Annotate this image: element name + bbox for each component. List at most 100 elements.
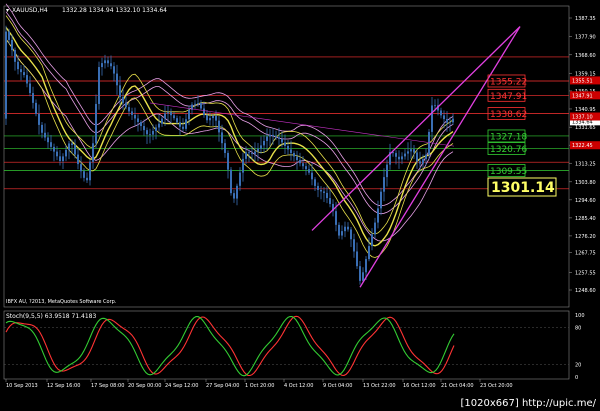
price-bar-body: [449, 122, 451, 124]
price-bar-body: [236, 185, 238, 199]
price-bar-body: [350, 229, 352, 240]
price-bar-body: [74, 145, 76, 155]
price-bar-body: [305, 166, 307, 170]
price-bar-body: [179, 122, 181, 127]
price-bar-body: [86, 177, 88, 181]
ohlc-readout: 1332.28 1334.94 1332.10 1334.64: [62, 7, 167, 14]
price-bar-body: [11, 39, 13, 51]
price-bar-body: [98, 67, 100, 104]
price-bar-body: [452, 118, 454, 123]
price-bar-body: [431, 105, 433, 132]
price-bar-body: [269, 134, 271, 137]
price-bar-body: [149, 134, 151, 136]
watermark: [1020x667] http://upic.me/: [460, 398, 596, 409]
price-bar-body: [416, 152, 418, 162]
stochastic-scale-label: 100: [575, 313, 585, 319]
price-bar-body: [68, 143, 70, 150]
price-bar-body: [41, 124, 43, 133]
price-bar-body: [365, 259, 367, 273]
level-price-tag-label: 1355.51: [572, 78, 593, 84]
price-bar-body: [134, 114, 136, 119]
price-bar-body: [200, 103, 202, 109]
time-axis-label: 13 Oct 22:00: [363, 383, 396, 389]
price-bar-body: [341, 231, 343, 236]
price-bar-body: [434, 105, 436, 107]
price-bar-body: [323, 191, 325, 193]
time-axis-label: 9 Oct 04:00: [323, 383, 352, 389]
price-bar-body: [110, 63, 112, 67]
price-bar-body: [347, 226, 349, 230]
price-bar-body: [206, 115, 208, 121]
stochastic-scale-label: 80: [575, 325, 581, 331]
main-plot-frame: [3, 5, 570, 308]
footer-copyright: IBFX AU, ?2013, MetaQuotes Software Corp…: [6, 299, 117, 305]
price-bar-body: [260, 145, 262, 149]
time-axis-label: 1 Oct 20:00: [245, 383, 274, 389]
price-bar-body: [170, 112, 172, 116]
price-bar-body: [266, 136, 268, 141]
price-bar-body: [380, 191, 382, 209]
price-axis-label: 1368.60: [575, 53, 596, 59]
level-price-tag-label: 1347.91: [572, 93, 593, 99]
price-bar-body: [173, 115, 175, 119]
trading-chart[interactable]: ▾ XAUUSD,H4 1332.28 1334.94 1332.10 1334…: [0, 0, 600, 411]
stochastic-signal-line: [5, 315, 455, 377]
price-bar-body: [419, 161, 421, 164]
price-bar-body: [344, 226, 346, 232]
price-bar-body: [83, 171, 85, 178]
time-axis: 10 Sep 2013 12 Sep 16:00 17 Sep 08:00 20 Se…: [5, 379, 513, 389]
price-bar-body: [155, 127, 157, 132]
price-bar-body: [32, 93, 34, 103]
price-bar-body: [401, 156, 403, 160]
price-bar-body: [311, 172, 313, 180]
price-bar-body: [53, 146, 55, 152]
price-bar-body: [284, 142, 286, 146]
level-value: 1327.18: [490, 132, 527, 142]
price-bar-body: [182, 126, 184, 129]
symbol-label: XAUUSD,H4: [12, 7, 48, 14]
price-bar-body: [104, 60, 106, 64]
price-bar-body: [263, 140, 265, 146]
indicator-plot-frame: [3, 310, 570, 380]
price-axis-label: 1267.75: [575, 250, 596, 256]
price-axis-label: 1387.35: [575, 16, 596, 22]
price-bar-body: [254, 151, 256, 154]
price-bar-body: [320, 189, 322, 192]
price-bar-body: [224, 143, 226, 153]
price-bar-body: [35, 102, 37, 114]
price-axis-label: 1285.40: [575, 216, 596, 222]
price-axis-label: 1359.15: [575, 71, 596, 77]
time-axis-label: 27 Sep 04:00: [206, 383, 239, 389]
price-bar-body: [338, 224, 340, 236]
time-axis-label: 4 Oct 12:00: [284, 383, 313, 389]
price-bar-body: [398, 156, 400, 160]
price-bar-body: [14, 50, 16, 62]
price-bar-body: [161, 118, 163, 124]
price-bar-body: [29, 83, 31, 94]
price-bar-body: [44, 132, 46, 138]
price-bar-body: [50, 142, 52, 147]
level-value: 1338.62: [490, 110, 527, 120]
price-bar-body: [275, 136, 277, 138]
price-bar-body: [77, 154, 79, 165]
price-bar-body: [272, 134, 274, 137]
level-value: 1355.22: [490, 77, 527, 87]
price-bar-body: [56, 151, 58, 157]
price-bar-body: [26, 75, 28, 84]
trendlines[interactable]: [149, 26, 521, 288]
price-bar-body: [326, 192, 328, 199]
price-bar-body: [386, 164, 388, 178]
price-axis-label: 1313.25: [575, 161, 596, 167]
price-bar-body: [218, 120, 220, 133]
price-bar-body: [146, 130, 148, 135]
price-bar-body: [374, 222, 376, 235]
price-bar-body: [356, 251, 358, 267]
price-axis-label: 1377.90: [575, 35, 596, 41]
price-bar-body: [95, 103, 97, 144]
price-axis-label: 1340.95: [575, 107, 596, 113]
price-bar-body: [17, 61, 19, 70]
price-bar-body: [167, 112, 169, 114]
price-axis-label: 1257.55: [575, 270, 596, 276]
price-bar-body: [278, 137, 280, 139]
time-axis-label: 20 Sep 00:00: [128, 383, 161, 389]
